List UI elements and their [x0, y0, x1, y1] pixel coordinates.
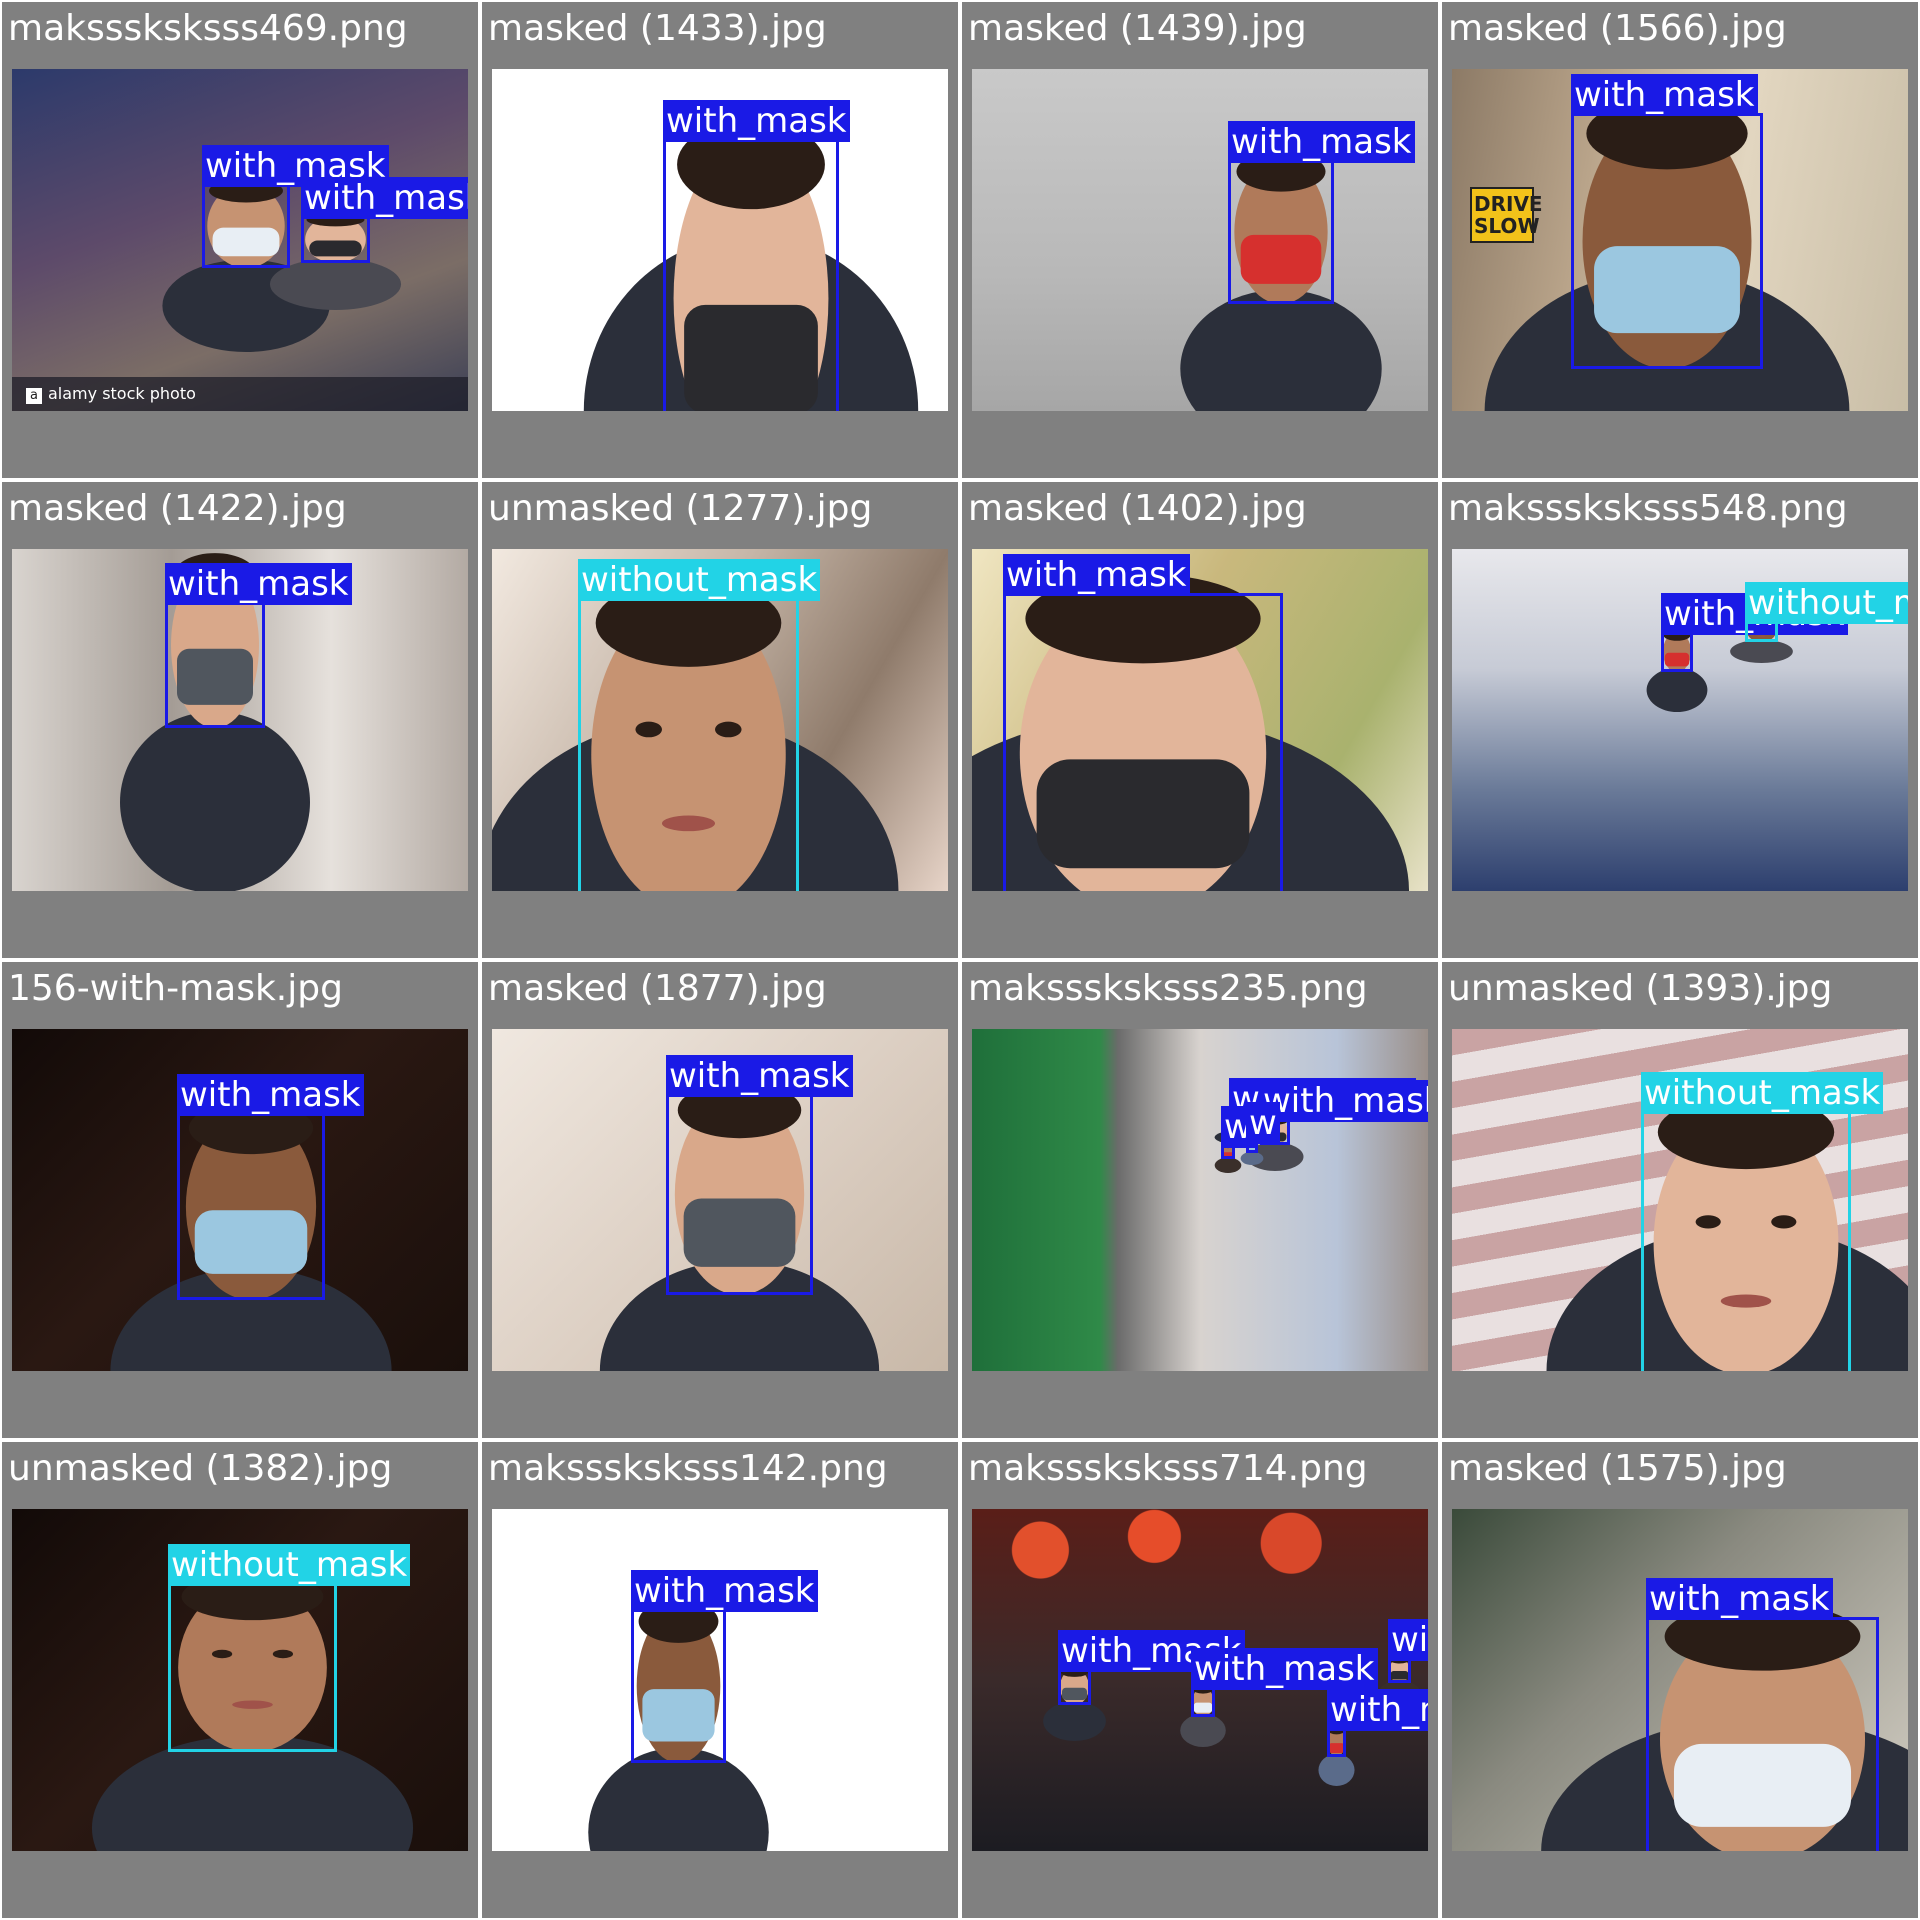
image-filename: 156-with-mask.jpg — [8, 968, 343, 1009]
detection-box-with-mask: with_mask — [663, 100, 850, 411]
image-cell: masked (1566).jpg DRIVE SLOW with_mask — [1442, 2, 1918, 478]
image-filename: masked (1877).jpg — [488, 968, 827, 1009]
detection-box-without-mask: without_mask — [578, 559, 821, 891]
alamy-logo-icon: a — [26, 388, 42, 404]
image-filename: masked (1566).jpg — [1448, 8, 1787, 49]
image-filename: unmasked (1393).jpg — [1448, 968, 1833, 1009]
detection-box-with-mask: with_mask — [301, 177, 468, 263]
detection-label: with_mask — [666, 1055, 853, 1097]
detection-box-with-mask: with_mask — [177, 1074, 364, 1300]
photo: without_mask — [1452, 1029, 1908, 1371]
photo: with_maskwithout_mask — [1452, 549, 1908, 891]
image-cell: maksssksksss548.png with_maskwithout_mask — [1442, 482, 1918, 958]
detection-label: without_mask — [1745, 582, 1908, 624]
image-filename: maksssksksss548.png — [1448, 488, 1848, 529]
photo: with_mask — [972, 69, 1428, 411]
detection-box-with-mask: with_mask — [1058, 1630, 1245, 1705]
image-filename: maksssksksss142.png — [488, 1448, 888, 1489]
image-cell: masked (1439).jpg with_mask — [962, 2, 1438, 478]
image-filename: unmasked (1382).jpg — [8, 1448, 393, 1489]
detection-box-w: w — [1221, 1106, 1255, 1159]
image-filename: masked (1433).jpg — [488, 8, 827, 49]
detection-label: without_mask — [578, 559, 821, 601]
image-filename: maksssksksss714.png — [968, 1448, 1368, 1489]
image-cell: masked (1402).jpg with_mask — [962, 482, 1438, 958]
detection-label: with_mask — [1388, 1619, 1428, 1661]
detection-label: with_mask — [1646, 1578, 1833, 1620]
image-filename: masked (1402).jpg — [968, 488, 1307, 529]
road-sign: DRIVE SLOW — [1470, 187, 1543, 243]
detection-label: without_mask — [1641, 1072, 1884, 1114]
detection-box-with-mask: with_mask — [666, 1055, 853, 1295]
detection-label: w — [1246, 1102, 1280, 1144]
photo: DRIVE SLOW with_mask — [1452, 69, 1908, 411]
image-cell: maksssksksss235.png with_maskwith_maskww — [962, 962, 1438, 1438]
photo: a alamy stock photo with_mask with_mask — [12, 69, 468, 411]
image-cell: masked (1575).jpg with_mask — [1442, 1442, 1918, 1918]
photo: with_mask — [12, 1029, 468, 1371]
detection-label: with_mask — [1191, 1648, 1378, 1690]
image-cell: unmasked (1393).jpg without_mask — [1442, 962, 1918, 1438]
image-filename: maksssksksss235.png — [968, 968, 1368, 1009]
detection-box-with-mask: with_mask — [1228, 121, 1415, 304]
stock-watermark: a alamy stock photo — [12, 377, 468, 411]
image-filename: masked (1422).jpg — [8, 488, 347, 529]
detection-box-with-mask: with_mask — [165, 563, 352, 728]
image-filename: maksssksksss469.png — [8, 8, 408, 49]
detection-label: with_mask — [1571, 74, 1758, 116]
detection-box-with-mask: with_mask — [202, 145, 389, 268]
image-cell: maksssksksss142.png with_mask — [482, 1442, 958, 1918]
detection-label: with_mask — [177, 1074, 364, 1116]
photo: with_maskwith_maskww — [972, 1029, 1428, 1371]
photo: with_maskwith_maskwith_maskwith_mask — [972, 1509, 1428, 1851]
detection-label: with_mask — [1003, 554, 1190, 596]
image-cell: 156-with-mask.jpg with_mask — [2, 962, 478, 1438]
detection-label: with_mask — [1327, 1689, 1428, 1731]
image-cell: masked (1877).jpg with_mask — [482, 962, 958, 1438]
detection-label: with_mask — [663, 100, 850, 142]
image-filename: masked (1439).jpg — [968, 8, 1307, 49]
image-cell: masked (1422).jpg with_mask — [2, 482, 478, 958]
image-filename: unmasked (1277).jpg — [488, 488, 873, 529]
detection-box-with-mask: with_mask — [1571, 74, 1763, 369]
image-cell: unmasked (1277).jpg without_mask — [482, 482, 958, 958]
detection-label: with_mask — [165, 563, 352, 605]
detection-box-with-mask: with_mask — [1661, 593, 1848, 672]
detection-box-with-mask: with_mask — [1327, 1689, 1428, 1757]
detection-box-with-mask: with_mask — [1388, 1619, 1428, 1683]
photo: with_mask — [972, 549, 1428, 891]
detection-label: with_mask — [301, 177, 468, 219]
detection-label: without_mask — [168, 1544, 411, 1586]
detection-box-with-mask: with_mask — [631, 1570, 818, 1763]
detection-box-w: w — [1246, 1102, 1280, 1153]
detection-box-without-mask: without_mask — [1641, 1072, 1884, 1371]
detection-box-with-mask: with_mask — [1646, 1578, 1879, 1851]
detection-label: with_mask — [1260, 1080, 1428, 1122]
watermark-text: alamy stock photo — [48, 384, 196, 403]
detection-box-with-mask: with_mask — [1003, 554, 1283, 891]
detection-label: with_mask — [1228, 121, 1415, 163]
detection-box-with-mask: with_mask — [1191, 1648, 1378, 1717]
image-cell: masked (1433).jpg with_mask — [482, 2, 958, 478]
photo: with_mask — [1452, 1509, 1908, 1851]
photo: without_mask — [12, 1509, 468, 1851]
detection-box-without-mask: without_mask — [168, 1544, 411, 1752]
photo: with_mask — [492, 1509, 948, 1851]
photo: with_mask — [492, 1029, 948, 1371]
image-filename: masked (1575).jpg — [1448, 1448, 1787, 1489]
detection-label: with_mask — [631, 1570, 818, 1612]
photo: without_mask — [492, 549, 948, 891]
image-cell: unmasked (1382).jpg without_mask — [2, 1442, 478, 1918]
detection-box-without-mask: without_mask — [1745, 582, 1908, 642]
image-cell: maksssksksss469.png a alamy stock photo wit… — [2, 2, 478, 478]
photo: with_mask — [12, 549, 468, 891]
photo: with_mask — [492, 69, 948, 411]
image-cell: maksssksksss714.pngwith_maskwith_maskwit… — [962, 1442, 1438, 1918]
detection-grid: maksssksksss469.png a alamy stock photo wit… — [0, 0, 1920, 1920]
